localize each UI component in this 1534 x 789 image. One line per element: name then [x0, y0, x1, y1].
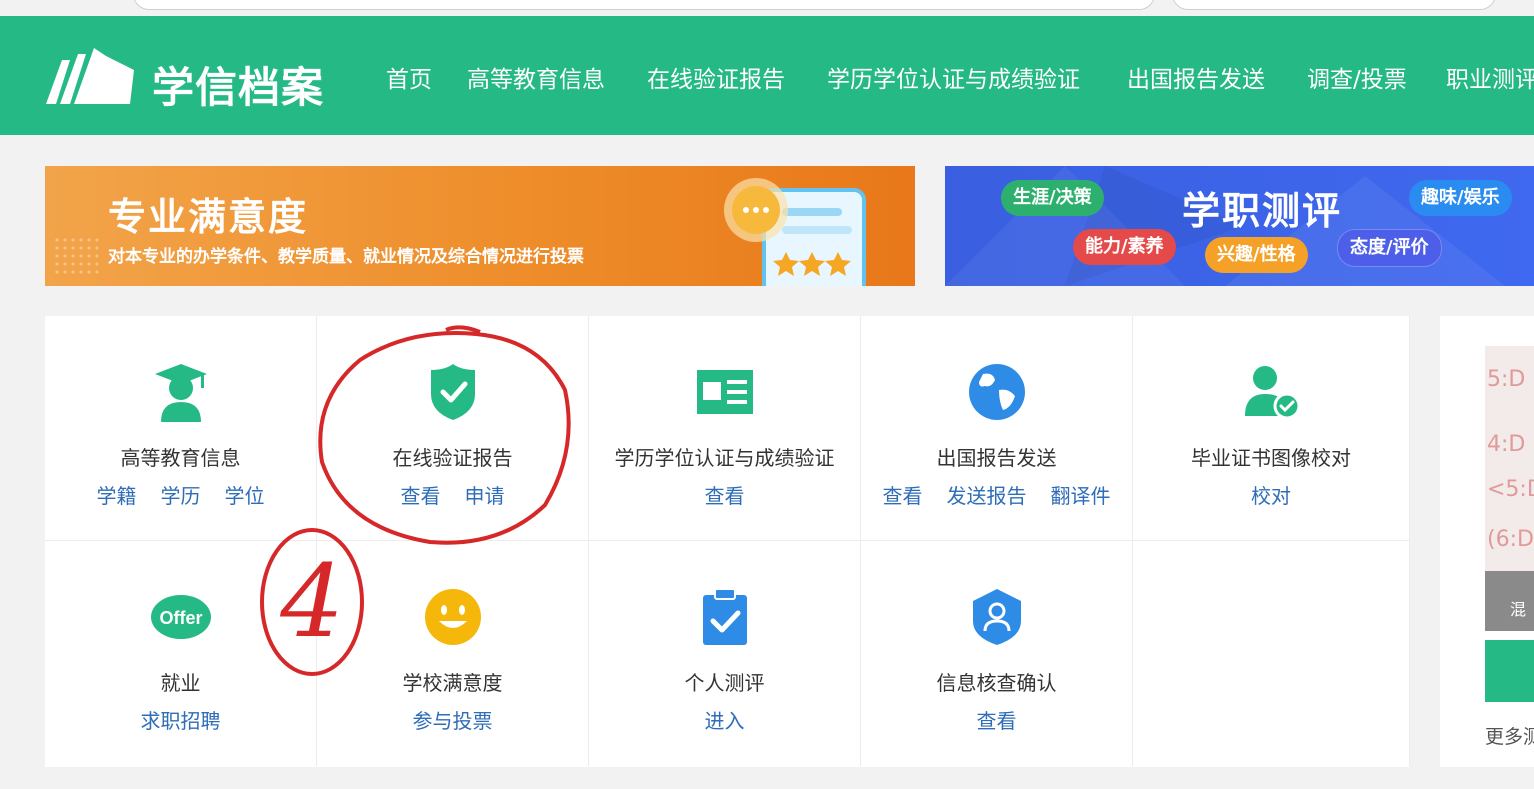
- search-bar[interactable]: [133, 0, 1155, 10]
- service-links: 查看 发送报告 翻译件: [861, 480, 1132, 509]
- nav-item-career-test[interactable]: 职业测评: [1446, 60, 1534, 94]
- service-online-report: 在线验证报告 查看 申请: [317, 316, 589, 541]
- service-links: 校对: [1133, 480, 1409, 509]
- nav-item-survey-vote[interactable]: 调查/投票: [1307, 60, 1407, 94]
- id-card-icon: [696, 370, 753, 414]
- service-title: 毕业证书图像校对: [1191, 446, 1351, 470]
- link-view[interactable]: 查看: [705, 484, 745, 508]
- service-title: 高等教育信息: [120, 446, 241, 470]
- service-employment: Offer 就业 求职招聘: [45, 541, 317, 766]
- shield-check-icon: [430, 364, 475, 420]
- service-empty-slot: [1133, 541, 1410, 766]
- tag-ability: 能力/素养: [1073, 229, 1176, 265]
- browser-strip: [0, 0, 1534, 16]
- link-degree[interactable]: 学位: [225, 484, 265, 508]
- tag-attitude: 态度/评价: [1337, 229, 1442, 267]
- site-header: 学信档案 首页 高等教育信息 在线验证报告 学历学位认证与成绩验证 出国报告发送…: [0, 16, 1534, 135]
- clipboard-check-icon: [702, 588, 747, 645]
- svg-text:4:D: 4:D: [1487, 432, 1525, 457]
- service-links: 查看 申请: [317, 480, 588, 509]
- link-view[interactable]: 查看: [883, 484, 923, 508]
- dots-decoration: [53, 236, 103, 276]
- side-action-button[interactable]: [1485, 640, 1534, 702]
- nav-item-certification[interactable]: 学历学位认证与成绩验证: [827, 60, 1080, 94]
- offer-icon: Offer: [150, 595, 211, 639]
- service-certification: 学历学位认证与成绩验证 查看: [589, 316, 861, 541]
- link-job-search[interactable]: 求职招聘: [141, 709, 221, 733]
- satisfaction-banner[interactable]: 专业满意度 对本专业的办学条件、教学质量、就业情况及综合情况进行投票: [45, 166, 915, 286]
- graduate-icon: [154, 364, 207, 422]
- service-higher-education: 高等教育信息 学籍 学历 学位: [45, 316, 317, 541]
- link-view[interactable]: 查看: [977, 709, 1017, 733]
- service-links: 参与投票: [317, 705, 588, 734]
- svg-text:<5:D: <5:D: [1487, 477, 1534, 502]
- service-title: 学历学位认证与成绩验证: [614, 446, 835, 470]
- link-apply[interactable]: 申请: [465, 484, 505, 508]
- link-translation[interactable]: 翻译件: [1051, 484, 1111, 508]
- link-send-report[interactable]: 发送报告: [947, 484, 1027, 508]
- service-title: 信息核查确认: [936, 671, 1057, 695]
- banner-title: 学职测评: [1182, 189, 1343, 233]
- service-title: 学校满意度: [402, 671, 503, 695]
- career-test-banner[interactable]: 学职测评 生涯/决策 能力/素养 兴趣/性格 态度/评价 趣味/娱乐: [945, 166, 1534, 286]
- link-vote[interactable]: 参与投票: [413, 709, 493, 733]
- service-title: 个人测评: [684, 671, 765, 695]
- banner-title: 专业满意度: [108, 195, 309, 239]
- banner-subtitle: 对本专业的办学条件、教学质量、就业情况及综合情况进行投票: [108, 247, 584, 267]
- service-overseas-report: 出国报告发送 查看 发送报告 翻译件: [861, 316, 1133, 541]
- service-links: 查看: [861, 705, 1132, 734]
- service-school-satisfaction: 学校满意度 参与投票: [317, 541, 589, 766]
- logo-text: 学信档案: [152, 63, 325, 112]
- image-caption: 混: [1510, 600, 1527, 619]
- side-panel: 5:D 4:D <5:D (6:D 混 更多测: [1440, 316, 1534, 767]
- service-diploma-check: 毕业证书图像校对 校对: [1133, 316, 1410, 541]
- svg-text:5:D: 5:D: [1487, 367, 1525, 392]
- logo-mark-icon: [46, 48, 134, 104]
- chalkboard-decoration: 5:D 4:D <5:D (6:D: [1487, 367, 1534, 552]
- nav-item-overseas-report[interactable]: 出国报告发送: [1127, 60, 1265, 94]
- link-view[interactable]: 查看: [401, 484, 441, 508]
- nav-item-online-report[interactable]: 在线验证报告: [647, 60, 785, 94]
- service-title: 就业: [160, 671, 201, 695]
- service-title: 在线验证报告: [392, 446, 513, 470]
- link-proofread[interactable]: 校对: [1251, 484, 1291, 508]
- svg-text:Offer: Offer: [159, 608, 202, 628]
- globe-icon: [968, 364, 1025, 420]
- tag-fun: 趣味/娱乐: [1409, 180, 1512, 216]
- service-links: 查看: [589, 480, 860, 509]
- rating-card-icon: [724, 178, 866, 286]
- site-logo[interactable]: 学信档案: [44, 46, 344, 112]
- service-info-verification: 信息核查确认 查看: [861, 541, 1133, 766]
- services-panel: 高等教育信息 学籍 学历 学位 在线验证报告 查看 申请 学历学位认证与成绩验证 查看: [45, 316, 1410, 767]
- link-student-status[interactable]: 学籍: [97, 484, 137, 508]
- side-promo-image[interactable]: 5:D 4:D <5:D (6:D 混: [1485, 346, 1534, 631]
- user-check-icon: [1245, 366, 1301, 420]
- smile-icon: [424, 589, 481, 645]
- tag-career-decision: 生涯/决策: [1001, 180, 1104, 216]
- nav-item-home[interactable]: 首页: [386, 60, 432, 94]
- nav-item-higher-education[interactable]: 高等教育信息: [467, 60, 605, 94]
- tag-interest: 兴趣/性格: [1205, 237, 1308, 273]
- service-personal-test: 个人测评 进入: [589, 541, 861, 766]
- service-links: 进入: [589, 705, 860, 734]
- link-education[interactable]: 学历: [161, 484, 201, 508]
- shield-user-icon: [972, 589, 1021, 645]
- service-title: 出国报告发送: [936, 446, 1057, 470]
- more-tests-link[interactable]: 更多测: [1485, 722, 1534, 749]
- secondary-bar[interactable]: [1172, 0, 1496, 10]
- link-enter[interactable]: 进入: [705, 709, 745, 733]
- service-links: 学籍 学历 学位: [45, 480, 316, 509]
- service-links: 求职招聘: [45, 705, 316, 734]
- svg-text:(6:D: (6:D: [1487, 527, 1534, 552]
